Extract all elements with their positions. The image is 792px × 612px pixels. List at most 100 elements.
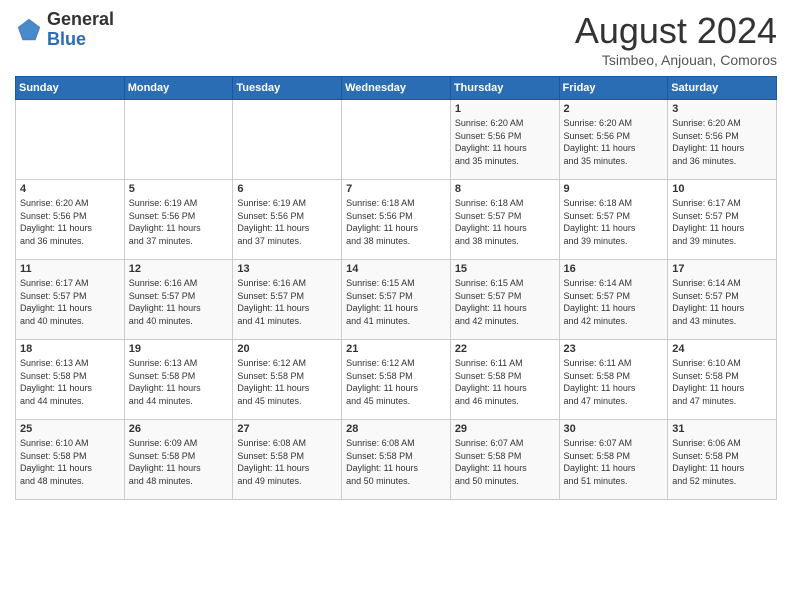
week-row-2: 4 Sunrise: 6:20 AM Sunset: 5:56 PM Daylig… <box>16 180 777 260</box>
day-number: 28 <box>346 423 446 435</box>
calendar-cell: 19 Sunrise: 6:13 AM Sunset: 5:58 PM Dayli… <box>124 340 233 420</box>
day-number: 11 <box>20 263 120 275</box>
cell-daylight-info: Sunrise: 6:11 AM Sunset: 5:58 PM Dayligh… <box>455 357 555 407</box>
day-number: 5 <box>129 183 229 195</box>
page-container: General Blue August 2024 Tsimbeo, Anjoua… <box>0 0 792 505</box>
calendar-cell: 11 Sunrise: 6:17 AM Sunset: 5:57 PM Dayli… <box>16 260 125 340</box>
calendar-cell: 13 Sunrise: 6:16 AM Sunset: 5:57 PM Dayli… <box>233 260 342 340</box>
calendar-cell: 14Sunrise: 6:15 AM Sunset: 5:57 PM Dayli… <box>342 260 451 340</box>
week-row-4: 18Sunrise: 6:13 AM Sunset: 5:58 PM Dayli… <box>16 340 777 420</box>
cell-daylight-info: Sunrise: 6:18 AM Sunset: 5:56 PM Dayligh… <box>346 197 446 247</box>
logo-blue: Blue <box>47 30 114 50</box>
calendar-cell: 24Sunrise: 6:10 AM Sunset: 5:58 PM Dayli… <box>668 340 777 420</box>
week-row-5: 25 Sunrise: 6:10 AM Sunset: 5:58 PM Dayli… <box>16 420 777 500</box>
cell-daylight-info: Sunrise: 6:20 AM Sunset: 5:56 PM Dayligh… <box>455 117 555 167</box>
day-number: 8 <box>455 183 555 195</box>
day-number: 21 <box>346 343 446 355</box>
cell-daylight-info: Sunrise: 6:10 AM Sunset: 5:58 PM Dayligh… <box>20 437 120 487</box>
calendar-cell <box>342 100 451 180</box>
col-tuesday: Tuesday <box>233 77 342 100</box>
logo-general: General <box>47 10 114 30</box>
calendar-table: Sunday Monday Tuesday Wednesday Thursday… <box>15 76 777 500</box>
day-number: 3 <box>672 103 772 115</box>
day-number: 15 <box>455 263 555 275</box>
cell-daylight-info: Sunrise: 6:17 AM Sunset: 5:57 PM Dayligh… <box>20 277 120 327</box>
calendar-cell: 29 Sunrise: 6:07 AM Sunset: 5:58 PM Dayli… <box>450 420 559 500</box>
day-number: 9 <box>564 183 664 195</box>
cell-daylight-info: Sunrise: 6:18 AM Sunset: 5:57 PM Dayligh… <box>564 197 664 247</box>
day-number: 10 <box>672 183 772 195</box>
calendar-cell: 21Sunrise: 6:12 AM Sunset: 5:58 PM Dayli… <box>342 340 451 420</box>
cell-daylight-info: Sunrise: 6:16 AM Sunset: 5:57 PM Dayligh… <box>237 277 337 327</box>
cell-daylight-info: Sunrise: 6:06 AM Sunset: 5:58 PM Dayligh… <box>672 437 772 487</box>
day-number: 29 <box>455 423 555 435</box>
calendar-cell: 22 Sunrise: 6:11 AM Sunset: 5:58 PM Dayli… <box>450 340 559 420</box>
calendar-cell: 15 Sunrise: 6:15 AM Sunset: 5:57 PM Dayli… <box>450 260 559 340</box>
logo: General Blue <box>15 10 114 50</box>
calendar-cell: 28Sunrise: 6:08 AM Sunset: 5:58 PM Dayli… <box>342 420 451 500</box>
col-thursday: Thursday <box>450 77 559 100</box>
calendar-cell: 1 Sunrise: 6:20 AM Sunset: 5:56 PM Daylig… <box>450 100 559 180</box>
calendar-cell: 4 Sunrise: 6:20 AM Sunset: 5:56 PM Daylig… <box>16 180 125 260</box>
calendar-cell <box>233 100 342 180</box>
calendar-header: Sunday Monday Tuesday Wednesday Thursday… <box>16 77 777 100</box>
logo-text: General Blue <box>47 10 114 50</box>
day-number: 13 <box>237 263 337 275</box>
logo-icon <box>15 16 43 44</box>
col-saturday: Saturday <box>668 77 777 100</box>
calendar-cell: 12 Sunrise: 6:16 AM Sunset: 5:57 PM Dayli… <box>124 260 233 340</box>
day-number: 16 <box>564 263 664 275</box>
day-number: 31 <box>672 423 772 435</box>
day-number: 20 <box>237 343 337 355</box>
header: General Blue August 2024 Tsimbeo, Anjoua… <box>15 10 777 68</box>
day-number: 4 <box>20 183 120 195</box>
calendar-cell: 17Sunrise: 6:14 AM Sunset: 5:57 PM Dayli… <box>668 260 777 340</box>
week-row-1: 1 Sunrise: 6:20 AM Sunset: 5:56 PM Daylig… <box>16 100 777 180</box>
col-sunday: Sunday <box>16 77 125 100</box>
calendar-cell <box>16 100 125 180</box>
week-row-3: 11 Sunrise: 6:17 AM Sunset: 5:57 PM Dayli… <box>16 260 777 340</box>
cell-daylight-info: Sunrise: 6:20 AM Sunset: 5:56 PM Dayligh… <box>564 117 664 167</box>
col-monday: Monday <box>124 77 233 100</box>
calendar-cell: 20 Sunrise: 6:12 AM Sunset: 5:58 PM Dayli… <box>233 340 342 420</box>
calendar-cell: 23Sunrise: 6:11 AM Sunset: 5:58 PM Dayli… <box>559 340 668 420</box>
cell-daylight-info: Sunrise: 6:10 AM Sunset: 5:58 PM Dayligh… <box>672 357 772 407</box>
location-subtitle: Tsimbeo, Anjouan, Comoros <box>575 52 777 68</box>
day-number: 25 <box>20 423 120 435</box>
cell-daylight-info: Sunrise: 6:16 AM Sunset: 5:57 PM Dayligh… <box>129 277 229 327</box>
cell-daylight-info: Sunrise: 6:07 AM Sunset: 5:58 PM Dayligh… <box>455 437 555 487</box>
calendar-cell: 9 Sunrise: 6:18 AM Sunset: 5:57 PM Daylig… <box>559 180 668 260</box>
calendar-cell: 18Sunrise: 6:13 AM Sunset: 5:58 PM Dayli… <box>16 340 125 420</box>
day-number: 7 <box>346 183 446 195</box>
col-wednesday: Wednesday <box>342 77 451 100</box>
day-number: 1 <box>455 103 555 115</box>
calendar-cell: 16 Sunrise: 6:14 AM Sunset: 5:57 PM Dayli… <box>559 260 668 340</box>
day-number: 19 <box>129 343 229 355</box>
day-number: 6 <box>237 183 337 195</box>
calendar-cell: 5 Sunrise: 6:19 AM Sunset: 5:56 PM Daylig… <box>124 180 233 260</box>
calendar-cell: 10Sunrise: 6:17 AM Sunset: 5:57 PM Dayli… <box>668 180 777 260</box>
calendar-cell: 31 Sunrise: 6:06 AM Sunset: 5:58 PM Dayli… <box>668 420 777 500</box>
cell-daylight-info: Sunrise: 6:12 AM Sunset: 5:58 PM Dayligh… <box>237 357 337 407</box>
month-title: August 2024 <box>575 10 777 52</box>
cell-daylight-info: Sunrise: 6:08 AM Sunset: 5:58 PM Dayligh… <box>237 437 337 487</box>
calendar-cell: 3 Sunrise: 6:20 AM Sunset: 5:56 PM Daylig… <box>668 100 777 180</box>
cell-daylight-info: Sunrise: 6:07 AM Sunset: 5:58 PM Dayligh… <box>564 437 664 487</box>
cell-daylight-info: Sunrise: 6:15 AM Sunset: 5:57 PM Dayligh… <box>455 277 555 327</box>
cell-daylight-info: Sunrise: 6:13 AM Sunset: 5:58 PM Dayligh… <box>129 357 229 407</box>
day-number: 30 <box>564 423 664 435</box>
cell-daylight-info: Sunrise: 6:20 AM Sunset: 5:56 PM Dayligh… <box>672 117 772 167</box>
cell-daylight-info: Sunrise: 6:09 AM Sunset: 5:58 PM Dayligh… <box>129 437 229 487</box>
day-number: 26 <box>129 423 229 435</box>
cell-daylight-info: Sunrise: 6:13 AM Sunset: 5:58 PM Dayligh… <box>20 357 120 407</box>
day-number: 22 <box>455 343 555 355</box>
calendar-body: 1 Sunrise: 6:20 AM Sunset: 5:56 PM Daylig… <box>16 100 777 500</box>
day-number: 12 <box>129 263 229 275</box>
calendar-cell: 30 Sunrise: 6:07 AM Sunset: 5:58 PM Dayli… <box>559 420 668 500</box>
cell-daylight-info: Sunrise: 6:20 AM Sunset: 5:56 PM Dayligh… <box>20 197 120 247</box>
day-number: 23 <box>564 343 664 355</box>
cell-daylight-info: Sunrise: 6:19 AM Sunset: 5:56 PM Dayligh… <box>129 197 229 247</box>
cell-daylight-info: Sunrise: 6:14 AM Sunset: 5:57 PM Dayligh… <box>564 277 664 327</box>
cell-daylight-info: Sunrise: 6:19 AM Sunset: 5:56 PM Dayligh… <box>237 197 337 247</box>
day-number: 27 <box>237 423 337 435</box>
